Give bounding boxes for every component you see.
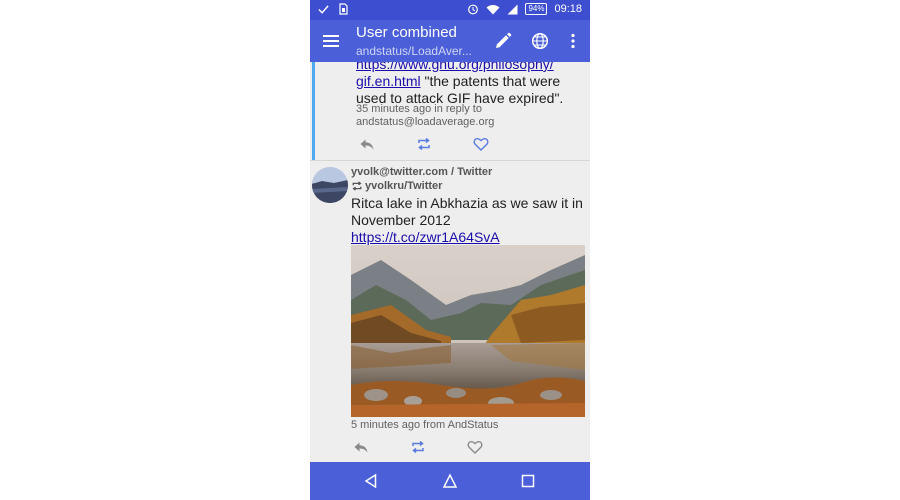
avatar[interactable] bbox=[312, 167, 348, 203]
message-text: Ritca lake in Abkhazia as we saw it in N… bbox=[351, 195, 583, 228]
attached-image[interactable] bbox=[351, 245, 585, 417]
app-title: User combined bbox=[356, 24, 457, 41]
like-icon[interactable] bbox=[473, 136, 489, 152]
message-meta: 35 minutes ago in reply to andstatus@loa… bbox=[356, 103, 581, 129]
status-bar: 94% 09:18 bbox=[310, 0, 590, 20]
message-link[interactable]: gif.en.html bbox=[356, 73, 421, 89]
edit-icon[interactable] bbox=[494, 32, 512, 50]
status-time: 09:18 bbox=[554, 3, 582, 15]
message-meta: 5 minutes ago from AndStatus bbox=[351, 419, 499, 431]
alarm-icon bbox=[468, 4, 479, 15]
overflow-menu-icon[interactable] bbox=[564, 32, 582, 50]
selection-bar bbox=[312, 62, 315, 160]
navigation-bar bbox=[310, 462, 590, 500]
menu-icon[interactable] bbox=[322, 32, 340, 50]
message-time: 35 minutes ago in reply to bbox=[356, 103, 482, 115]
wifi-icon bbox=[486, 4, 500, 14]
reply-to-user: andstatus@loadaverage.org bbox=[356, 116, 495, 128]
avatar-image bbox=[312, 167, 348, 203]
author-name[interactable]: yvolk@twitter.com / Twitter bbox=[351, 166, 492, 178]
reblog-icon[interactable] bbox=[416, 136, 432, 152]
reblog-icon bbox=[352, 181, 362, 191]
timeline-list[interactable]: https://www.gnu.org/philosophy/ gif.en.h… bbox=[310, 62, 590, 462]
home-icon[interactable] bbox=[442, 473, 458, 489]
battery-icon: 94% bbox=[525, 3, 548, 15]
message-link[interactable]: https://t.co/zwr1A64SvA bbox=[351, 229, 500, 245]
sim-icon bbox=[339, 3, 348, 15]
list-item[interactable]: https://www.gnu.org/philosophy/ gif.en.h… bbox=[310, 62, 590, 160]
reply-icon[interactable] bbox=[359, 136, 375, 152]
message-actions bbox=[356, 136, 496, 152]
phone-screen: 94% 09:18 User combined andstatus/LoadAv… bbox=[310, 0, 590, 500]
reblogger-name: yvolkru/Twitter bbox=[365, 180, 443, 192]
message-link[interactable]: https://www.gnu.org/philosophy/ bbox=[356, 62, 554, 72]
like-icon[interactable] bbox=[467, 439, 483, 455]
reblogged-by: yvolkru/Twitter bbox=[351, 180, 442, 192]
reply-icon[interactable] bbox=[353, 439, 369, 455]
lake-photo bbox=[351, 245, 585, 417]
check-icon bbox=[318, 4, 329, 14]
message-body: https://www.gnu.org/philosophy/ gif.en.h… bbox=[356, 62, 581, 107]
list-item[interactable]: yvolk@twitter.com / Twitter yvolkru/Twit… bbox=[310, 161, 590, 462]
signal-icon bbox=[507, 4, 518, 14]
message-body: Ritca lake in Abkhazia as we saw it in N… bbox=[351, 195, 587, 246]
app-subtitle: andstatus/LoadAver... bbox=[356, 44, 472, 58]
reblog-icon[interactable] bbox=[410, 439, 426, 455]
back-icon[interactable] bbox=[363, 473, 379, 489]
globe-icon[interactable] bbox=[531, 32, 549, 50]
app-bar: User combined andstatus/LoadAver... bbox=[310, 20, 590, 62]
recents-icon[interactable] bbox=[520, 473, 536, 489]
message-actions bbox=[351, 439, 491, 455]
